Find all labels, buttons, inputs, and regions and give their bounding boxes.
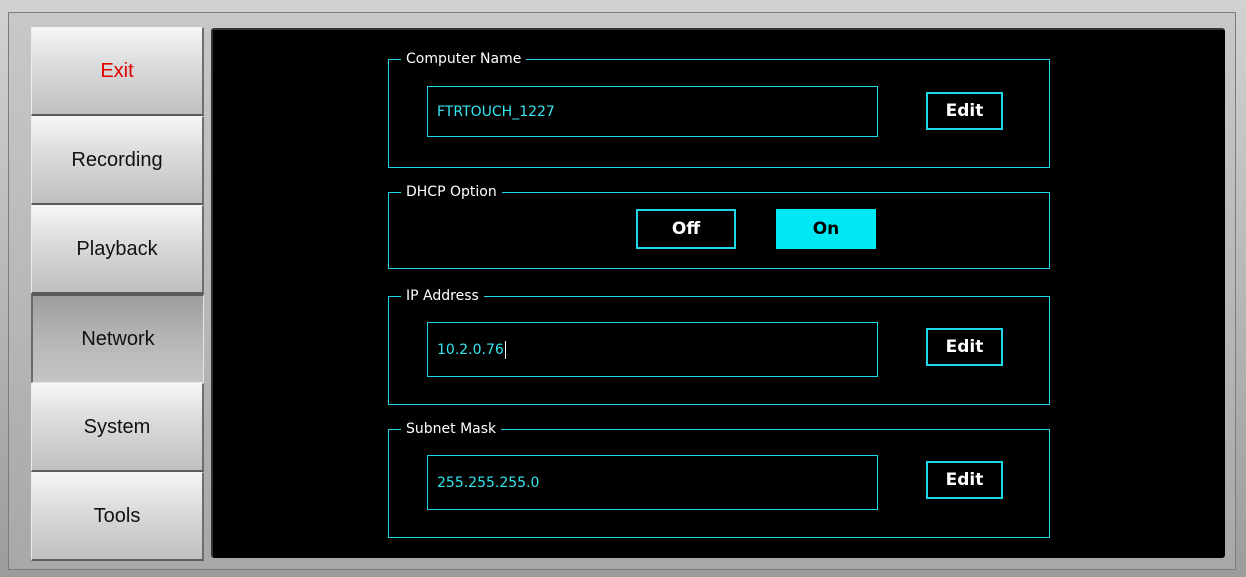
sidebar-item-system[interactable]: System [31,383,204,472]
computer-name-value: FTRTOUCH_1227 [437,103,555,120]
dhcp-option-legend: DHCP Option [401,184,502,200]
ip-address-field[interactable]: 10.2.0.76 [427,322,878,377]
subnet-mask-field[interactable]: 255.255.255.0 [427,455,878,510]
sidebar-item-playback[interactable]: Playback [31,205,204,294]
dhcp-off-button[interactable]: Off [636,209,736,249]
text-cursor [504,340,506,359]
subnet-mask-edit-button[interactable]: Edit [926,461,1003,499]
dhcp-on-button[interactable]: On [776,209,876,249]
sidebar-item-exit[interactable]: Exit [31,27,204,116]
network-settings-panel: Computer Name FTRTOUCH_1227 Edit DHCP Op… [211,28,1225,558]
computer-name-field[interactable]: FTRTOUCH_1227 [427,86,878,137]
subnet-mask-value: 255.255.255.0 [437,474,540,491]
ip-address-edit-button[interactable]: Edit [926,328,1003,366]
subnet-mask-legend: Subnet Mask [401,421,502,437]
ip-address-value: 10.2.0.76 [437,341,504,358]
sidebar-item-recording[interactable]: Recording [31,116,204,205]
ip-address-legend: IP Address [401,288,484,304]
sidebar-item-network[interactable]: Network [31,294,204,383]
computer-name-edit-button[interactable]: Edit [926,92,1003,130]
computer-name-legend: Computer Name [401,51,527,67]
sidebar-item-tools[interactable]: Tools [31,472,204,561]
